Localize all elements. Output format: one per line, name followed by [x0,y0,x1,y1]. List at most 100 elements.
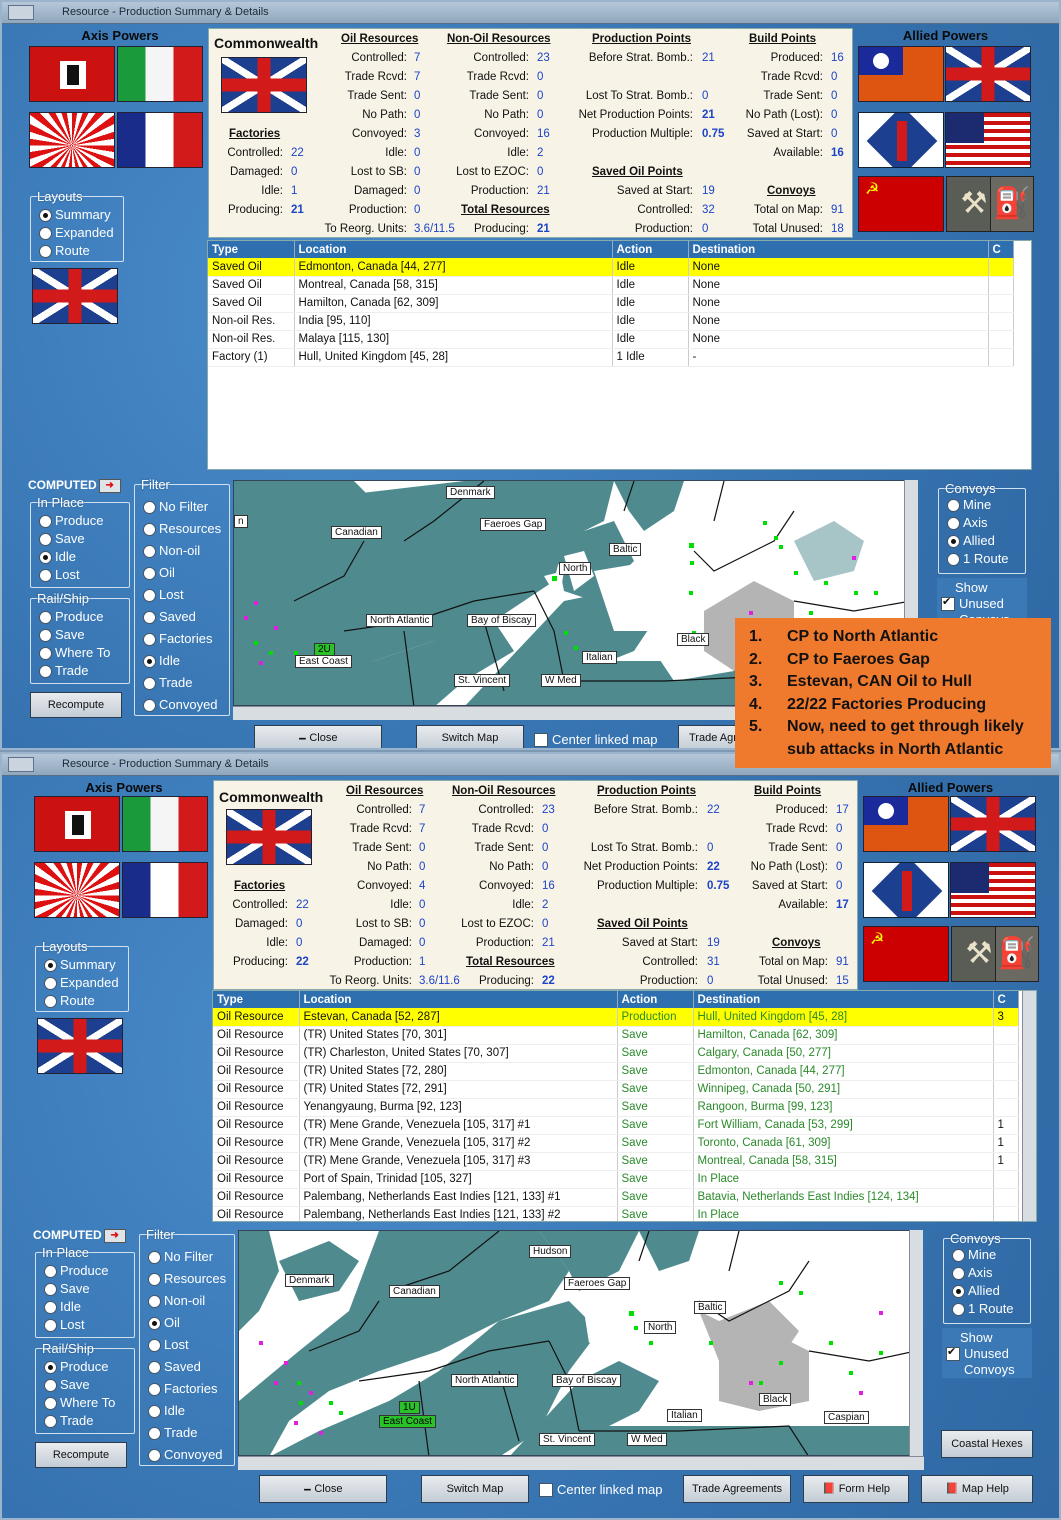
map-label[interactable]: North Atlantic [451,1374,519,1387]
layouts-radio-expanded[interactable]: Expanded [42,975,119,990]
window-menu-button[interactable] [8,5,34,20]
italy-flag-icon[interactable] [122,796,208,852]
inplace-radio-idle[interactable]: Idle [37,549,76,564]
world-map[interactable]: Denmark Hudson Canadian Faeroes Gap Baltic No… [238,1230,915,1456]
table-row[interactable]: Oil Resource (TR) Charleston, United Stat… [213,1044,1019,1063]
filter-radio-factories[interactable]: Factories [146,1381,217,1396]
table-row[interactable]: Oil Resource (TR) Mene Grande, Venezuela … [213,1134,1019,1153]
filter-radio-non-oil[interactable]: Non-oil [141,543,200,558]
convoys-radio-1-route[interactable]: 1 Route [950,1301,1014,1316]
table-row[interactable]: Oil Resource Estevan, Canada [52, 287] Pro… [213,1008,1019,1027]
filter-radio-trade[interactable]: Trade [141,675,192,690]
inplace-radio-produce[interactable]: Produce [37,513,103,528]
column-header[interactable]: C [993,991,1019,1008]
china-flag-icon[interactable] [863,796,949,852]
map-label[interactable]: Faeroes Gap [564,1277,631,1290]
italy-flag-icon[interactable] [117,46,203,102]
table-row[interactable]: Saved Oil Hamilton, Canada [62, 309] Idle N… [208,294,1014,313]
inplace-radio-save[interactable]: Save [37,531,85,546]
free-france-flag-icon[interactable] [858,112,944,168]
filter-radio-saved[interactable]: Saved [141,609,196,624]
column-header[interactable]: Destination [693,991,994,1008]
railship-radio-produce[interactable]: Produce [42,1359,108,1374]
table-row[interactable]: Oil Resource (TR) United States [72, 280]… [213,1062,1019,1081]
filter-radio-trade[interactable]: Trade [146,1425,197,1440]
railship-radio-where-to[interactable]: Where To [37,645,110,660]
close-button[interactable]: 🗕 Close [259,1475,387,1503]
filter-radio-saved[interactable]: Saved [146,1359,201,1374]
table-row[interactable]: Oil Resource (TR) Mene Grande, Venezuela … [213,1152,1019,1171]
uk-flag-icon[interactable] [945,46,1031,102]
map-label[interactable]: Baltic [609,543,642,556]
map-label[interactable]: Canadian [389,1285,440,1298]
railship-radio-trade[interactable]: Trade [42,1413,93,1428]
center-linked-map-checkbox[interactable]: Center linked map [534,732,658,747]
inplace-radio-produce[interactable]: Produce [42,1263,108,1278]
filter-radio-non-oil[interactable]: Non-oil [146,1293,205,1308]
map-label[interactable]: Bay of Biscay [467,614,536,627]
map-label[interactable]: W Med [541,674,581,687]
oil-derrick-icon[interactable]: ⛽ [990,176,1034,232]
filter-radio-no-filter[interactable]: No Filter [141,499,208,514]
ussr-flag-icon[interactable] [858,176,944,232]
filter-radio-no-filter[interactable]: No Filter [146,1249,213,1264]
map-label[interactable]: Denmark [446,486,495,499]
table-row[interactable]: Saved Oil Edmonton, Canada [44, 277] Idle N… [208,258,1014,277]
filter-radio-idle[interactable]: Idle [146,1403,185,1418]
convoys-radio-1-route[interactable]: 1 Route [945,551,1009,566]
railship-radio-produce[interactable]: Produce [37,609,103,624]
map-label[interactable]: Canadian [331,526,382,539]
filter-radio-lost[interactable]: Lost [146,1337,189,1352]
free-france-flag-icon[interactable] [863,862,949,918]
japan-flag-icon[interactable] [29,112,115,168]
table-row[interactable]: Oil Resource (TR) Mene Grande, Venezuela … [213,1116,1019,1135]
inplace-radio-lost[interactable]: Lost [37,567,80,582]
switch-map-button[interactable]: Switch Map [421,1475,529,1503]
usa-flag-icon[interactable] [950,862,1036,918]
map-vertical-scrollbar[interactable] [909,1230,923,1456]
germany-flag-icon[interactable] [29,46,115,102]
map-label[interactable]: Bay of Biscay [552,1374,621,1387]
convoys-radio-allied[interactable]: Allied [945,533,995,548]
filter-radio-convoyed[interactable]: Convoyed [146,1447,223,1462]
table-row[interactable]: Oil Resource Palembang, Netherlands East … [213,1188,1019,1207]
table-scrollbar[interactable] [1022,991,1036,1221]
map-label[interactable]: 1U [399,1401,420,1414]
filter-radio-factories[interactable]: Factories [141,631,212,646]
filter-radio-resources[interactable]: Resources [146,1271,226,1286]
convoys-radio-axis[interactable]: Axis [950,1265,993,1280]
filter-radio-oil[interactable]: Oil [141,565,175,580]
convoys-radio-allied[interactable]: Allied [950,1283,1000,1298]
computed-arrow-button[interactable]: ➜ [103,1228,126,1243]
map-label[interactable]: St. Vincent [539,1433,596,1446]
column-header[interactable]: Type [213,991,300,1008]
center-linked-map-checkbox[interactable]: Center linked map [539,1482,663,1497]
map-label[interactable]: Black [677,633,710,646]
map-label[interactable]: East Coast [379,1415,436,1428]
convoys-radio-mine[interactable]: Mine [950,1247,996,1262]
table-row[interactable]: Non-oil Res. India [95, 110] Idle None [208,312,1014,331]
table-row[interactable]: Oil Resource Yenangyaung, Burma [92, 123]… [213,1098,1019,1117]
map-label[interactable]: St. Vincent [454,674,511,687]
inplace-radio-idle[interactable]: Idle [42,1299,81,1314]
layouts-radio-route[interactable]: Route [42,993,95,1008]
filter-radio-oil[interactable]: Oil [146,1315,180,1330]
column-header[interactable]: Type [208,241,295,258]
form-help-button[interactable]: 📕 Form Help [803,1475,909,1503]
computed-arrow-button[interactable]: ➜ [98,478,121,493]
map-label[interactable]: Baltic [694,1301,727,1314]
column-header[interactable]: Location [294,241,613,258]
table-row[interactable]: Oil Resource Port of Spain, Trinidad [105… [213,1170,1019,1189]
map-label[interactable]: Italian [667,1409,702,1422]
map-label[interactable]: Caspian [824,1411,869,1424]
railship-radio-where-to[interactable]: Where To [42,1395,115,1410]
usa-flag-icon[interactable] [945,112,1031,168]
table-row[interactable]: Oil Resource (TR) United States [70, 301]… [213,1026,1019,1045]
column-header[interactable]: Action [612,241,689,258]
map-label[interactable]: n [234,515,248,528]
trade-agreements-button[interactable]: Trade Agreements [683,1475,791,1503]
china-flag-icon[interactable] [858,46,944,102]
table-row[interactable]: Oil Resource Palembang, Netherlands East … [213,1206,1019,1221]
map-label[interactable]: Denmark [285,1274,334,1287]
inplace-radio-save[interactable]: Save [42,1281,90,1296]
